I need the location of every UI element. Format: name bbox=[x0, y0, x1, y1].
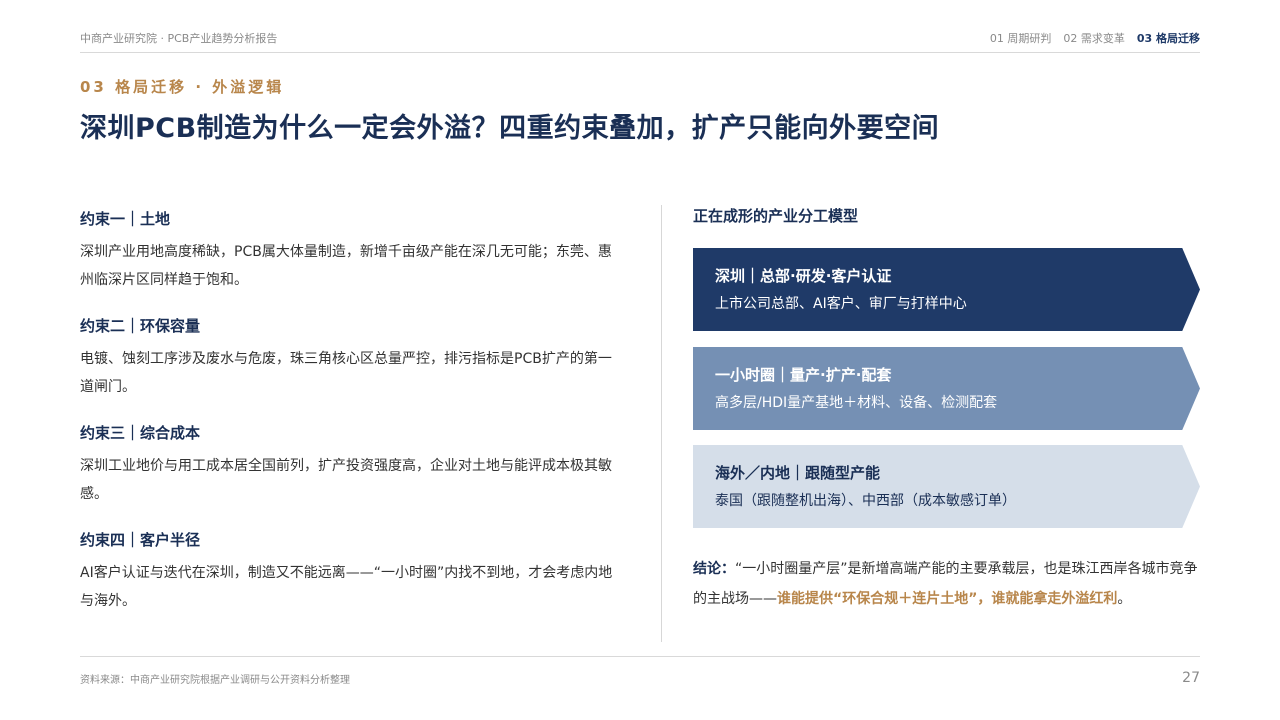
constraint-title: 约束一｜土地 bbox=[80, 210, 171, 228]
tier-desc: 上市公司总部、AI客户、审厂与打样中心 bbox=[715, 296, 967, 312]
nav-item-migration[interactable]: 03 格局迁移 bbox=[1137, 30, 1200, 46]
constraint-environment: 约束二｜环保容量 电镀、蚀刻工序涉及废水与危废，珠三角核心区总量严控，排污指标是… bbox=[80, 315, 625, 401]
tier-title: 海外／内地｜跟随型产能 bbox=[715, 464, 881, 482]
tier-title: 一小时圈｜量产·扩产·配套 bbox=[715, 366, 892, 384]
constraint-title: 约束四｜客户半径 bbox=[80, 531, 201, 549]
tier-one-hour-circle: 一小时圈｜量产·扩产·配套 高多层/HDI量产基地＋材料、设备、检测配套 bbox=[693, 347, 1200, 430]
constraint-title: 约束三｜综合成本 bbox=[80, 424, 201, 442]
constraint-body: 深圳工业地价与用工成本居全国前列，扩产投资强度高，企业对土地与能评成本极其敏感。 bbox=[80, 458, 612, 502]
constraint-title: 约束二｜环保容量 bbox=[80, 317, 201, 335]
model-title: 正在成形的产业分工模型 bbox=[693, 207, 859, 225]
constraint-customer: 约束四｜客户半径 AI客户认证与迭代在深圳，制造又不能远离——“一小时圈”内找不… bbox=[80, 529, 625, 615]
tier-desc: 泰国（跟随整机出海）、中西部（成本敏感订单） bbox=[715, 493, 1016, 509]
footer-divider bbox=[80, 656, 1200, 657]
section-label: 03 格局迁移 · 外溢逻辑 bbox=[80, 78, 285, 96]
tier-overseas-inland: 海外／内地｜跟随型产能 泰国（跟随整机出海）、中西部（成本敏感订单） bbox=[693, 445, 1200, 528]
nav-item-cycle[interactable]: 01 周期研判 bbox=[990, 30, 1052, 46]
tier-title: 深圳｜总部·研发·客户认证 bbox=[715, 267, 892, 285]
page-number: 27 bbox=[1182, 670, 1200, 686]
tier-shenzhen: 深圳｜总部·研发·客户认证 上市公司总部、AI客户、审厂与打样中心 bbox=[693, 248, 1200, 331]
nav-item-demand[interactable]: 02 需求变革 bbox=[1063, 30, 1125, 46]
column-divider bbox=[661, 205, 662, 642]
source-note: 资料来源：中商产业研究院根据产业调研与公开资料分析整理 bbox=[80, 675, 350, 686]
constraint-body: 深圳产业用地高度稀缺，PCB属大体量制造，新增千亩级产能在深几无可能；东莞、惠州… bbox=[80, 244, 612, 288]
report-brand: 中商产业研究院 · PCB产业趋势分析报告 bbox=[80, 32, 278, 45]
constraint-body: 电镀、蚀刻工序涉及废水与危废，珠三角核心区总量严控，排污指标是PCB扩产的第一道… bbox=[80, 351, 612, 395]
conclusion-label: 结论： bbox=[693, 561, 735, 577]
conclusion: 结论：“一小时圈量产层”是新增高端产能的主要承载层，也是珠江西岸各城市竞争的主战… bbox=[693, 554, 1200, 614]
conclusion-highlight: 谁能提供“环保合规＋连片土地”，谁就能拿走外溢红利 bbox=[777, 591, 1118, 607]
constraint-cost: 约束三｜综合成本 深圳工业地价与用工成本居全国前列，扩产投资强度高，企业对土地与… bbox=[80, 422, 625, 508]
constraint-land: 约束一｜土地 深圳产业用地高度稀缺，PCB属大体量制造，新增千亩级产能在深几无可… bbox=[80, 208, 625, 294]
tier-desc: 高多层/HDI量产基地＋材料、设备、检测配套 bbox=[715, 395, 998, 411]
constraints-list: 约束一｜土地 深圳产业用地高度稀缺，PCB属大体量制造，新增千亩级产能在深几无可… bbox=[80, 208, 625, 636]
constraint-body: AI客户认证与迭代在深圳，制造又不能远离——“一小时圈”内找不到地，才会考虑内地… bbox=[80, 565, 613, 609]
page-title: 深圳PCB制造为什么一定会外溢？四重约束叠加，扩产只能向外要空间 bbox=[80, 113, 940, 144]
header-bar: 中商产业研究院 · PCB产业趋势分析报告 01 周期研判 02 需求变革 03… bbox=[80, 30, 1200, 53]
conclusion-end: 。 bbox=[1117, 591, 1132, 607]
section-nav: 01 周期研判 02 需求变革 03 格局迁移 bbox=[990, 30, 1200, 46]
division-model: 正在成形的产业分工模型 深圳｜总部·研发·客户认证 上市公司总部、AI客户、审厂… bbox=[693, 205, 1200, 607]
